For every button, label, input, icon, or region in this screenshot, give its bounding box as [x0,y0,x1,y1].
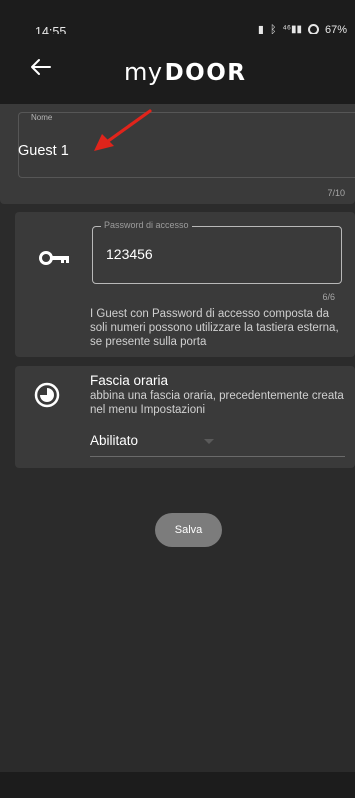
app-bar: my DOOR [0,34,355,104]
app-logo: my DOOR [124,58,247,90]
status-bar: 14:55 ▮ ᛒ ⁴⁶▮▮ 67% [0,0,355,39]
password-field-label: Password di accesso [101,220,192,230]
name-field-label: Nome [28,113,56,122]
password-help-text: I Guest con Password di accesso composta… [90,308,339,348]
annotation-arrow-icon [94,109,152,151]
name-char-counter: 7/10 [327,188,345,198]
password-field-value[interactable]: 123456 [106,246,153,262]
name-field-value[interactable]: Guest 1 [18,143,69,159]
logo-door: DOOR [164,60,247,86]
arrow-left-icon[interactable] [26,52,56,82]
clock-icon [34,382,60,408]
password-char-counter: 6/6 [322,292,335,302]
key-icon [39,251,69,265]
time-slot-description: abbina una fascia oraria, precedentement… [90,390,344,416]
time-slot-select[interactable]: Abilitato [90,429,345,457]
save-button[interactable]: Salva [155,513,222,547]
time-slot-title: Fascia oraria [90,373,169,388]
chevron-down-icon [204,439,214,444]
navigation-bar [0,772,355,798]
time-slot-selected-value: Abilitato [90,433,139,448]
logo-my: my [124,58,163,86]
